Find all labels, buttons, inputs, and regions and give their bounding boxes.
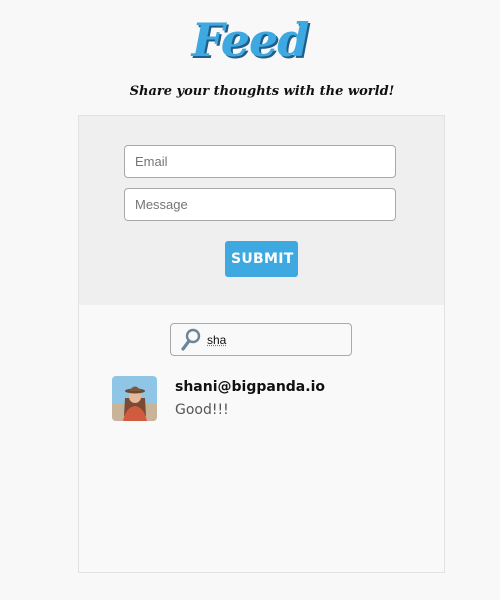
message-field[interactable] xyxy=(124,188,396,221)
tagline: Share your thoughts with the world! xyxy=(129,84,395,99)
search-box[interactable] xyxy=(170,323,352,356)
post-author: shani@bigpanda.io xyxy=(175,379,325,395)
email-field[interactable] xyxy=(124,145,396,178)
search-input[interactable] xyxy=(205,330,349,350)
feed-logo: Feed xyxy=(191,13,310,67)
list-item: shani@bigpanda.io Good!!! xyxy=(112,376,432,426)
comment-form: SUBMIT xyxy=(79,116,444,305)
feed-card: SUBMIT shani@bigpanda.io xyxy=(78,115,445,573)
submit-button[interactable]: SUBMIT xyxy=(225,241,298,277)
avatar xyxy=(112,376,157,421)
avatar-image xyxy=(112,376,157,421)
feed-page: Feed Share your thoughts with the world!… xyxy=(0,0,500,600)
post-message: Good!!! xyxy=(175,402,229,418)
search-icon xyxy=(181,328,201,351)
